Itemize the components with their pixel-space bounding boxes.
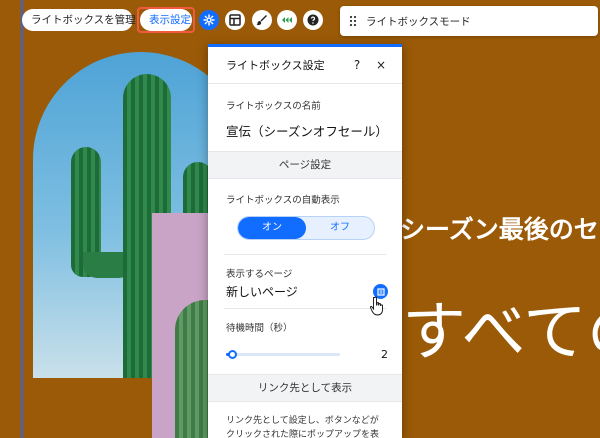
help-button[interactable] [303, 10, 323, 30]
wait-time-slider-row: 2 [208, 342, 402, 366]
design-brush-icon [256, 15, 267, 26]
drag-handle-icon[interactable] [340, 6, 366, 36]
manage-lightbox-button[interactable]: ライトボックスを管理 [22, 9, 136, 31]
lightbox-mode-label: ライトボックスモード [366, 15, 471, 28]
hero-subheading[interactable]: シーズン最後のセール [400, 210, 600, 250]
lightbox-mode-bar[interactable]: ライトボックスモード [340, 6, 598, 36]
lightbox-name-label: ライトボックスの名前 [226, 101, 321, 112]
layout-icon [229, 14, 241, 26]
hero-heading[interactable]: すべてのアイテム [402, 300, 600, 366]
layout-button[interactable] [225, 10, 245, 30]
settings-button[interactable] [199, 10, 219, 30]
help-icon[interactable]: ? [348, 56, 366, 74]
design-button[interactable] [252, 10, 272, 30]
slider-thumb[interactable] [227, 349, 237, 359]
display-page-value: 新しいページ [226, 285, 298, 299]
layout-guide-line [21, 0, 23, 438]
lightbox-name-value[interactable]: 宣伝（シーズンオフセール） [208, 121, 402, 140]
gear-icon [203, 14, 215, 26]
toggle-on-option[interactable]: オン [238, 217, 306, 239]
auto-display-toggle[interactable]: オン オフ [237, 216, 375, 240]
panel-header: ライトボックス設定 ? × [208, 47, 402, 84]
panel-title: ライトボックス設定 [226, 59, 325, 72]
hand-cursor-icon [370, 296, 383, 316]
link-description: リンク先として設定し、ボタンなどがクリックされた際にポップアップを表 [226, 416, 380, 438]
toggle-off-option[interactable]: オフ [306, 217, 374, 239]
help-icon [307, 14, 319, 26]
display-page-label: 表示するページ [226, 269, 293, 280]
lightbox-settings-panel: ライトボックス設定 ? × ライトボックスの名前 宣伝（シーズンオフセール） ペ… [208, 44, 402, 438]
display-settings-button[interactable]: 表示設定 [140, 9, 192, 31]
page-settings-header: ページ設定 [208, 151, 402, 179]
close-icon[interactable]: × [372, 56, 390, 74]
link-display-header: リンク先として表示 [208, 374, 402, 402]
wait-time-label: 待機時間（秒） [226, 323, 293, 334]
animation-icon [282, 17, 292, 23]
wait-time-slider[interactable] [226, 349, 340, 359]
animation-button[interactable] [277, 10, 297, 30]
auto-display-label: ライトボックスの自動表示 [226, 195, 340, 206]
wait-time-value[interactable]: 2 [381, 348, 388, 361]
